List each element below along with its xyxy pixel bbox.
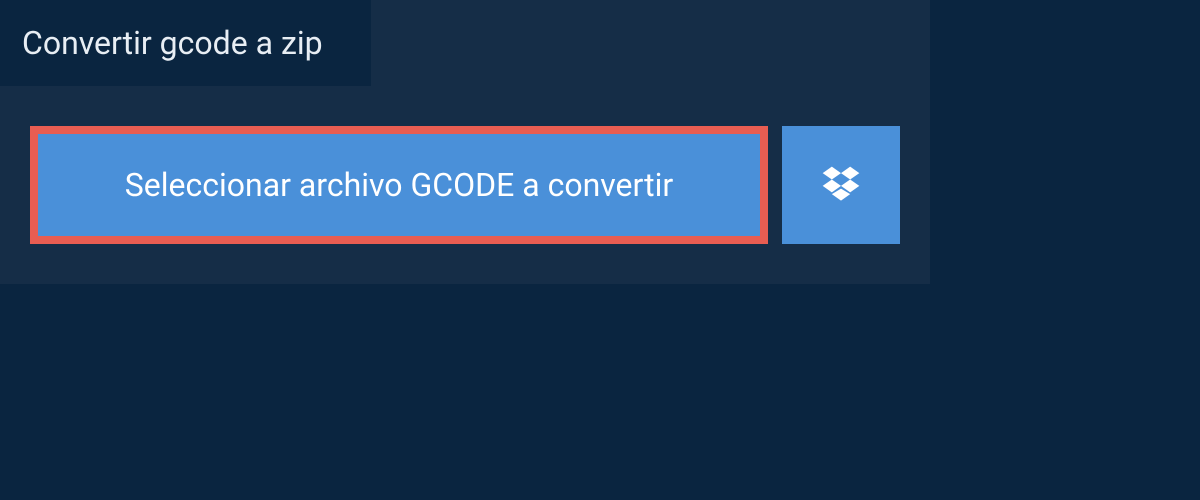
converter-panel: Convertir gcode a zip Seleccionar archiv… [0,0,930,284]
dropbox-button[interactable] [782,126,900,244]
upload-area: Seleccionar archivo GCODE a convertir [0,86,930,284]
dropbox-icon [819,163,863,207]
select-file-button[interactable]: Seleccionar archivo GCODE a convertir [30,126,768,244]
page-title: Convertir gcode a zip [0,0,371,86]
select-file-label: Seleccionar archivo GCODE a convertir [125,166,673,204]
